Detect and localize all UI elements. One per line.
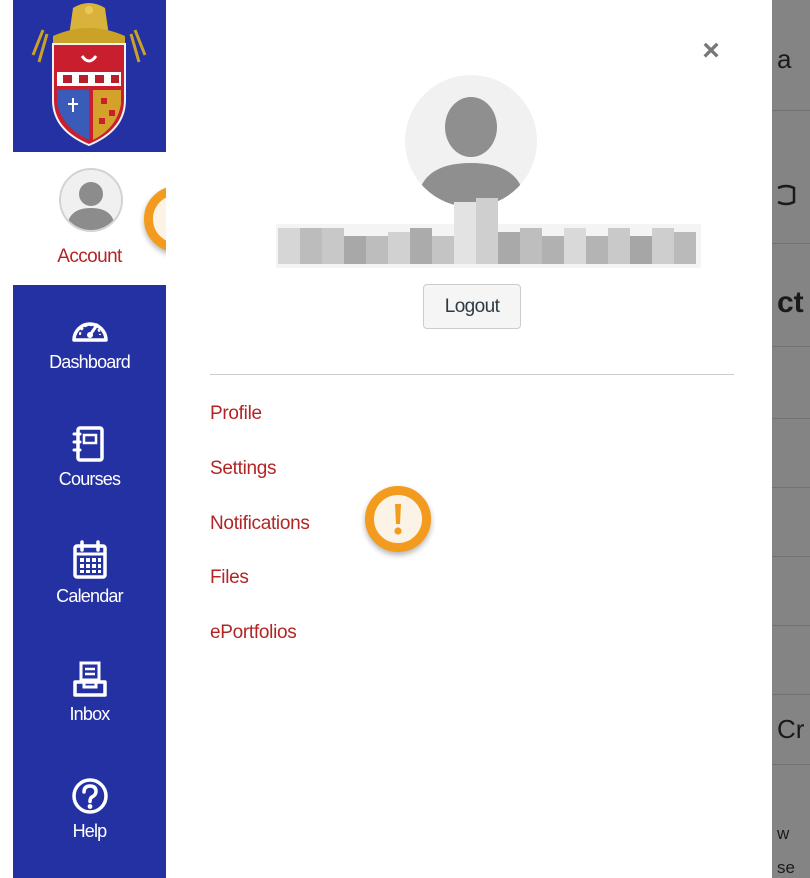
- redacted-user-name: [276, 198, 701, 268]
- inbox-icon: [72, 661, 107, 697]
- tray-link-eportfolios[interactable]: ePortfolios: [210, 622, 297, 644]
- logout-button[interactable]: Logout: [423, 284, 521, 329]
- close-tray-button[interactable]: ×: [696, 36, 726, 66]
- background-divider: [772, 764, 810, 765]
- nav-label-courses: Courses: [58, 469, 121, 489]
- courses-icon: [72, 426, 104, 462]
- nav-item-help[interactable]: Help: [13, 777, 166, 842]
- help-icon: [71, 778, 108, 814]
- user-silhouette-icon: [67, 182, 115, 230]
- tray-link-files[interactable]: Files: [210, 567, 249, 589]
- background-divider: [772, 556, 810, 557]
- nav-label-inbox: Inbox: [69, 704, 110, 724]
- tray-link-notifications[interactable]: Notifications: [210, 513, 310, 535]
- user-silhouette-icon: [417, 97, 525, 207]
- background-divider: [772, 243, 810, 244]
- profile-avatar: [405, 75, 537, 207]
- calendar-icon: [72, 540, 107, 579]
- background-text-fragment: se: [777, 858, 795, 877]
- background-divider: [772, 418, 810, 419]
- background-divider: [772, 487, 810, 488]
- nav-item-calendar[interactable]: Calendar: [13, 540, 166, 607]
- nav-item-dashboard[interactable]: Dashboard: [13, 310, 166, 373]
- background-text-fragment: w: [777, 824, 790, 843]
- background-text-fragment: [777, 184, 796, 206]
- background-text-fragment: Cr: [777, 714, 805, 744]
- exclamation-icon: [394, 504, 402, 535]
- tray-link-settings[interactable]: Settings: [210, 458, 277, 480]
- background-divider: [772, 346, 810, 347]
- dashboard-icon: [71, 322, 108, 342]
- nav-label-dashboard: Dashboard: [49, 352, 131, 372]
- nav-item-courses[interactable]: Courses: [13, 425, 166, 490]
- nav-account-label: Account: [57, 246, 122, 267]
- account-tray: × Logout Profile Settings Notifications …: [166, 0, 772, 878]
- nav-label-help: Help: [72, 821, 108, 841]
- background-divider: [772, 694, 810, 695]
- nav-label-calendar: Calendar: [56, 586, 123, 606]
- background-text-fragment: ct: [777, 286, 804, 319]
- background-divider: [772, 625, 810, 626]
- global-nav-sidebar: Account Dashboard Courses Calendar Inbox…: [13, 0, 166, 878]
- background-divider: [772, 110, 810, 111]
- nav-item-inbox[interactable]: Inbox: [13, 660, 166, 725]
- background-text-fragment: a: [777, 44, 792, 74]
- institution-logo[interactable]: [13, 0, 166, 152]
- attention-badge-notifications: [365, 486, 431, 552]
- tray-link-profile[interactable]: Profile: [210, 403, 262, 425]
- tray-divider: [210, 374, 734, 375]
- dimmed-page-background: a ct Cr w se: [772, 0, 810, 878]
- account-avatar: [59, 168, 123, 232]
